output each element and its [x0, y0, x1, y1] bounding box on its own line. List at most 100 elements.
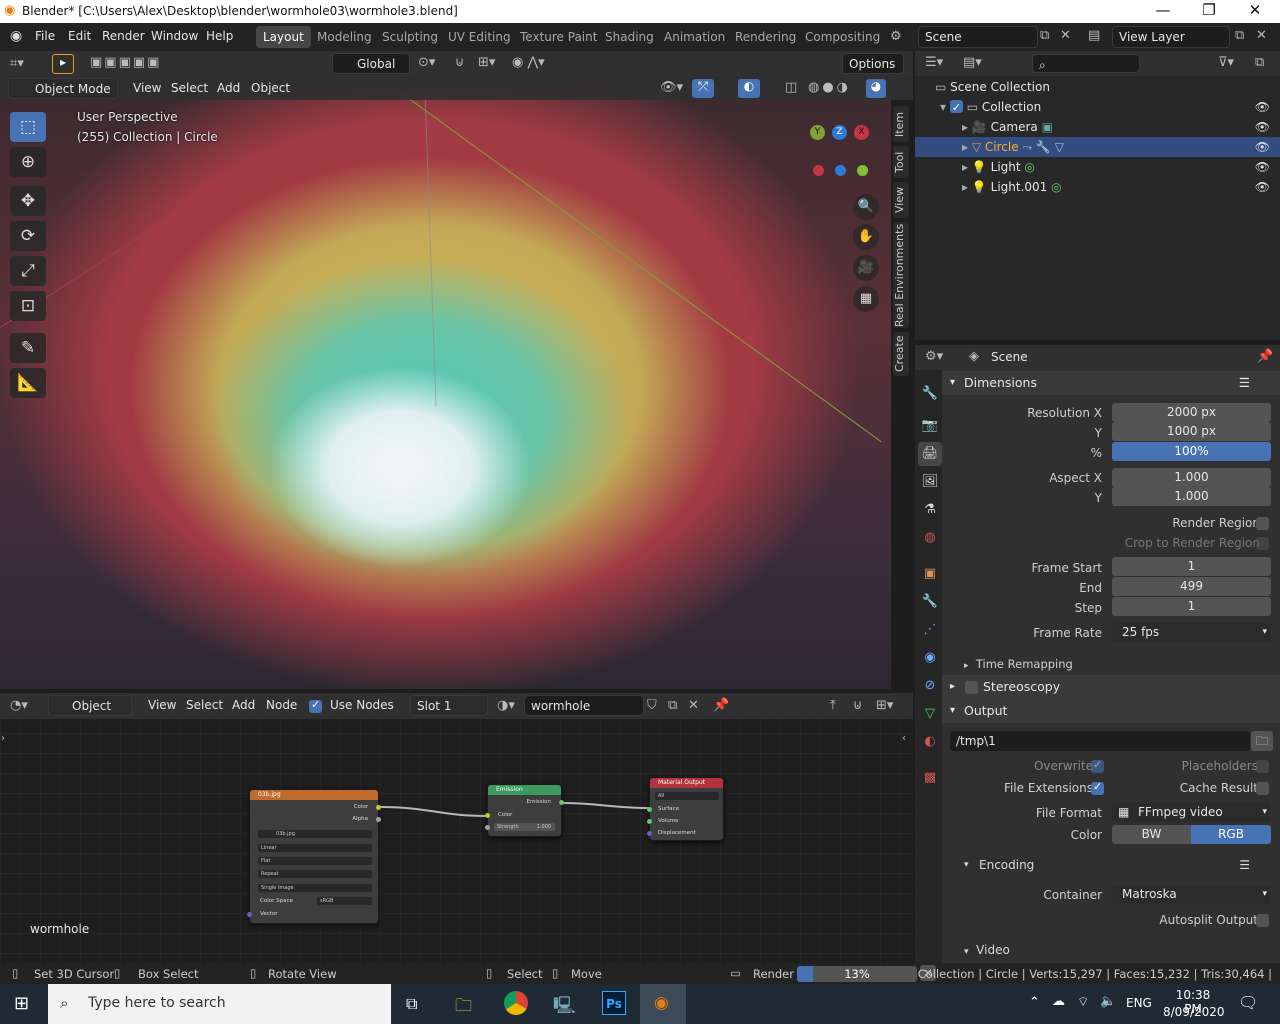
cache-result-checkbox[interactable]	[1256, 782, 1269, 795]
material-output-node[interactable]: Material Output All Surface Volume Displ…	[647, 777, 724, 841]
pin-icon[interactable]: 📌	[713, 698, 729, 713]
outliner-item-camera[interactable]: ▸ 🎥 Camera ▣ 👁	[915, 117, 1280, 137]
selection-mode-icons[interactable]: ▣▣▣▣▣	[90, 55, 161, 70]
socket-displacement-in[interactable]	[647, 831, 652, 836]
tab-layout[interactable]: Layout	[256, 26, 311, 48]
file-explorer-icon[interactable]: 🗀	[455, 993, 472, 1022]
taskbar-search[interactable]: ⌕ Type here to search	[48, 984, 391, 1024]
rotate-tool[interactable]: ⟳	[10, 221, 46, 251]
presets-icon[interactable]: ☰	[1239, 371, 1250, 395]
gizmo-neg-y[interactable]	[857, 165, 868, 176]
expand-icon[interactable]: ▸	[962, 180, 968, 194]
windows-start-icon[interactable]: ⊞	[14, 993, 29, 1014]
time-remapping-subpanel[interactable]: ▸ Time Remapping	[964, 657, 1073, 671]
copy-view-layer-icon[interactable]: ⧉	[1235, 28, 1244, 43]
toolbar-expand-icon[interactable]: ›	[1, 733, 5, 744]
outliner-item-light[interactable]: ▸ 💡 Light ◎ 👁	[915, 157, 1280, 177]
frame-step-field[interactable]: 1	[1112, 597, 1271, 616]
shader-type-select[interactable]: Object	[48, 695, 132, 716]
encoding-subpanel-header[interactable]: ▾ Encoding ☰	[942, 853, 1280, 877]
tab-uv-editing[interactable]: UV Editing	[441, 26, 518, 48]
outliner-search-input[interactable]: ⌕	[1032, 54, 1140, 73]
socket-color-out[interactable]	[376, 805, 381, 810]
eye-icon[interactable]: 👁	[1255, 137, 1270, 157]
fake-user-icon[interactable]: ⛉	[647, 698, 657, 713]
outliner-type-icon[interactable]: ☰▾	[925, 55, 943, 70]
node-editor-type-icon[interactable]: ◔▾	[10, 698, 28, 713]
physics-tab-icon[interactable]: ◉	[918, 646, 942, 670]
clock-date[interactable]: 8/09/2020	[1163, 1005, 1225, 1019]
presets-icon[interactable]: ☰	[1239, 853, 1250, 877]
strength-field[interactable]: Strength 1.000	[494, 823, 555, 831]
tab-item[interactable]: Item	[893, 106, 909, 142]
tool-tab-icon[interactable]: 🔧	[918, 382, 942, 406]
aspect-x-field[interactable]: 1.000	[1112, 468, 1271, 487]
photoshop-icon[interactable]: Ps	[602, 991, 626, 1015]
node-menu-node[interactable]: Node	[266, 698, 297, 712]
crop-checkbox[interactable]	[1256, 537, 1269, 550]
frame-end-field[interactable]: 499	[1112, 577, 1271, 596]
transform-tool[interactable]: ⊡	[10, 291, 46, 321]
tab-modeling[interactable]: Modeling	[310, 26, 379, 48]
frame-rate-select[interactable]: 25 fps ▾	[1112, 623, 1271, 642]
scale-tool[interactable]: ⤢	[10, 256, 46, 286]
view-layer-field[interactable]: View Layer	[1112, 26, 1230, 48]
dimensions-panel-header[interactable]: ▾ Dimensions ☰	[942, 371, 1280, 395]
menu-file[interactable]: File	[35, 29, 55, 43]
resolution-pct-field[interactable]: 100%	[1112, 442, 1271, 461]
expand-icon[interactable]: ▸	[962, 160, 968, 174]
move-tool[interactable]: ✥	[10, 186, 46, 216]
menu-edit[interactable]: Edit	[68, 29, 91, 43]
minimize-button[interactable]: —	[1140, 1, 1186, 19]
annotate-tool[interactable]: ✎	[10, 333, 46, 363]
tab-texture-paint[interactable]: Texture Paint	[513, 26, 604, 48]
projection-select[interactable]: Flat	[258, 857, 372, 865]
pin-icon[interactable]: 📌	[1257, 349, 1273, 364]
network-icon[interactable]: ⌔	[1077, 994, 1089, 1010]
shading-mode-icons[interactable]: ◍●◑	[808, 80, 851, 95]
folder-icon[interactable]: 🗀	[1251, 731, 1273, 751]
editor-type-icon[interactable]: ⌗▾	[10, 56, 24, 71]
scene-field[interactable]: Scene	[918, 26, 1038, 48]
task-view-icon[interactable]: ⧉	[406, 994, 417, 1014]
select-box-tool[interactable]: ⬚	[10, 112, 46, 142]
new-collection-icon[interactable]: ⧉	[1255, 55, 1264, 70]
gizmo-toggle-icon[interactable]: ⤱	[692, 79, 714, 98]
collection-checkbox[interactable]	[949, 98, 963, 118]
rgb-button[interactable]: RGB	[1191, 825, 1271, 844]
blender-menu-icon[interactable]: ◉	[10, 28, 22, 44]
close-button[interactable]: ✕	[1232, 1, 1278, 19]
tab-shading[interactable]: Shading	[598, 26, 661, 48]
node-menu-add[interactable]: Add	[232, 698, 255, 712]
file-extensions-checkbox[interactable]	[1091, 780, 1104, 795]
socket-emission-out[interactable]	[559, 800, 564, 805]
tab-tool[interactable]: Tool	[893, 146, 909, 178]
notifications-icon[interactable]: 🗨	[1238, 993, 1258, 1012]
unlink-material-icon[interactable]: ✕	[688, 698, 699, 713]
socket-strength-in[interactable]	[485, 825, 490, 830]
overwrite-checkbox[interactable]	[1091, 758, 1104, 773]
menu-help[interactable]: Help	[206, 29, 233, 43]
viewport-menu-object[interactable]: Object	[251, 81, 290, 95]
rendered-shading-icon[interactable]: ◕	[866, 79, 886, 98]
snap-icon[interactable]: ⊍	[455, 55, 465, 70]
aspect-y-field[interactable]: 1.000	[1112, 487, 1271, 506]
output-panel-header[interactable]: ▾ Output	[942, 699, 1280, 723]
node-editor-canvas[interactable]: › ‹ 03b.jpg Color Alpha 03b.jpg Linear F…	[0, 693, 913, 963]
view-layer-tab-icon[interactable]: 🖼	[918, 470, 942, 494]
viewport-menu-add[interactable]: Add	[217, 81, 240, 95]
socket-alpha-out[interactable]	[376, 817, 381, 822]
modifier-tab-icon[interactable]: 🔧	[918, 590, 942, 614]
properties-type-icon[interactable]: ⚙▾	[925, 349, 943, 364]
expand-icon[interactable]: ▾	[940, 100, 946, 114]
measure-tool[interactable]: 📐	[10, 368, 46, 398]
tab-sculpting[interactable]: Sculpting	[375, 26, 445, 48]
object-tab-icon[interactable]: ▣	[918, 562, 942, 586]
socket-volume-in[interactable]	[647, 819, 652, 824]
menu-window[interactable]: Window	[151, 29, 198, 43]
proportional-edit-icon[interactable]: ◉ ⋀▾	[512, 55, 545, 70]
duplicate-material-icon[interactable]: ⧉	[668, 698, 677, 713]
view-layer-icon[interactable]: ▤	[1088, 28, 1100, 43]
video-subpanel-header[interactable]: ▾ Video	[964, 943, 1010, 957]
camera-view-icon[interactable]: 🎥	[853, 255, 879, 281]
